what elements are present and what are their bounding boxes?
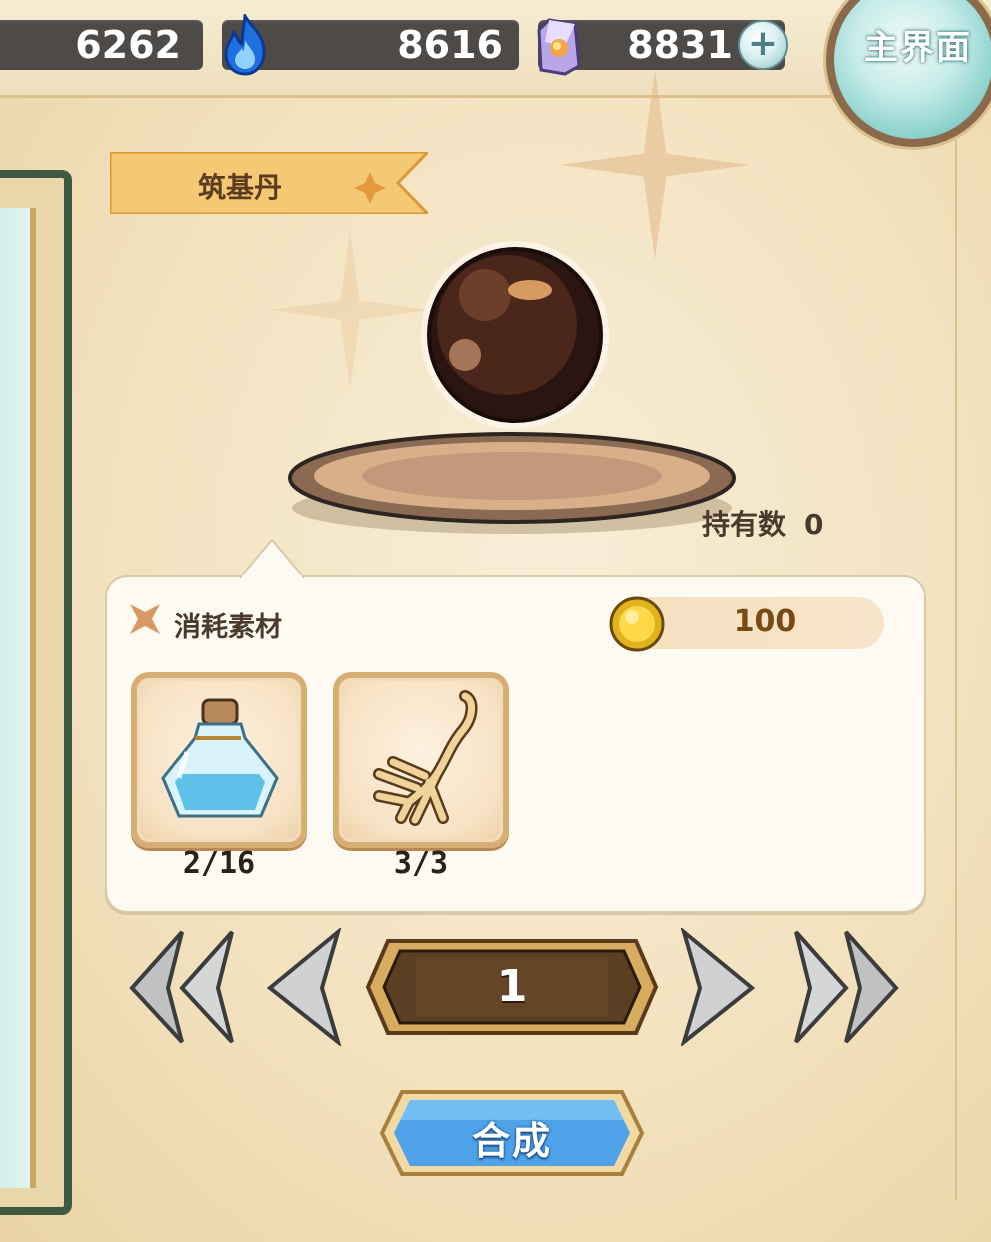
cross-emblem-icon <box>130 604 160 634</box>
owned-count: 0 <box>804 508 824 541</box>
main-menu-label: 主界面 <box>864 28 972 68</box>
increase-max-button[interactable] <box>784 928 904 1046</box>
owned-count-display: 持有数 0 <box>702 503 824 543</box>
materials-title: 消耗素材 <box>174 612 282 643</box>
sparkle-decoration-large <box>560 70 750 260</box>
recipe-book-edge <box>0 170 72 1215</box>
main-menu-button[interactable]: 主界面 <box>826 0 991 147</box>
display-plate <box>288 432 736 534</box>
pill-orb-icon <box>421 241 609 429</box>
synthesize-label: 合成 <box>471 1119 552 1163</box>
resource-counter-first: 6262 <box>0 20 203 70</box>
crystal-gem-icon <box>537 18 581 76</box>
spirit-fire-value: 8616 <box>397 23 503 67</box>
add-crystal-button[interactable]: + <box>738 20 788 70</box>
recipe-book-page <box>0 208 36 1188</box>
gold-coin-icon <box>609 596 665 652</box>
material-slot-ginseng[interactable] <box>333 672 509 848</box>
increase-button[interactable] <box>672 928 762 1046</box>
sparkle-decoration-medium <box>270 230 430 390</box>
decrease-button[interactable] <box>260 928 350 1046</box>
owned-label: 持有数 <box>702 508 787 541</box>
material-count-potion: 2/16 <box>182 846 256 881</box>
potion-bottle-icon <box>161 698 279 818</box>
frame-border-right <box>955 140 977 1200</box>
ginseng-root-icon <box>373 690 478 826</box>
coin-cost-value: 100 <box>733 604 797 639</box>
item-name: 筑基丹 <box>198 171 283 204</box>
panel-pointer <box>240 538 304 578</box>
quantity-value: 1 <box>496 961 528 1012</box>
material-count-ginseng: 3/3 <box>393 846 449 881</box>
blue-flame-icon <box>224 14 266 76</box>
decrease-max-button[interactable] <box>124 928 244 1046</box>
crystal-value: 8831 <box>627 23 733 67</box>
material-slot-potion[interactable] <box>131 672 307 848</box>
resource-first-value: 6262 <box>75 23 181 67</box>
